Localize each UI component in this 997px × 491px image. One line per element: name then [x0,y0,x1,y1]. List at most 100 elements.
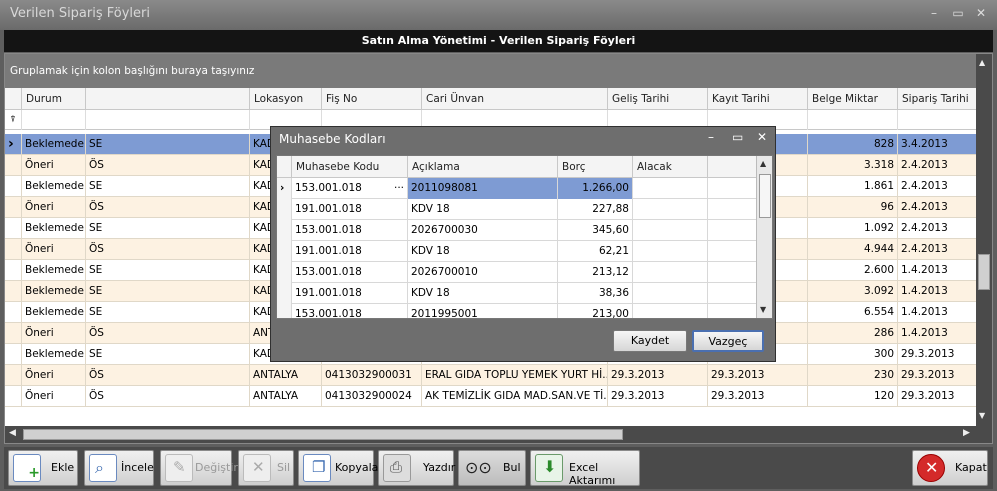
dialog-row[interactable]: 191.001.018 KDV 18 62,21 [277,241,757,262]
col-muhasebe-kodu[interactable]: Muhasebe Kodu [292,156,408,178]
table-cell[interactable]: 1.4.2013 [898,302,978,323]
col-siparis-tarihi[interactable]: Sipariş Tarihi [898,88,978,110]
table-cell[interactable]: 29.3.2013 [898,386,978,407]
minimize-icon[interactable]: – [926,6,942,22]
table-cell[interactable]: 2.4.2013 [898,218,978,239]
table-cell[interactable]: ANTALYA [250,386,322,407]
table-cell[interactable]: Öneri [22,197,86,218]
dialog-row[interactable]: › 153.001.018 2011098081 1.266,00 ··· [277,178,757,199]
dialog-scroll-down-icon[interactable]: ▼ [760,305,766,314]
col-belge-miktar[interactable]: Belge Miktar [808,88,898,110]
table-cell[interactable]: Beklemede [22,302,86,323]
scroll-thumb[interactable] [978,254,990,290]
table-cell[interactable]: Beklemede [22,344,86,365]
scroll-left-icon[interactable]: ◀ [9,428,16,438]
table-cell[interactable]: ÖS [86,239,250,260]
table-cell[interactable]: ANTALYA [250,365,322,386]
col-durum[interactable]: Durum [22,88,86,110]
table-cell[interactable]: Beklemede [22,260,86,281]
dialog-cell[interactable]: 345,60 [558,220,633,241]
table-cell[interactable]: 29.3.2013 [708,386,808,407]
dialog-cell[interactable]: 1.266,00 [558,178,633,199]
col-lokasyon[interactable]: Lokasyon [250,88,322,110]
table-cell[interactable]: SE [86,302,250,323]
scroll-down-icon[interactable]: ▼ [979,411,985,420]
h-scroll-thumb[interactable] [23,429,623,440]
col-fis-no[interactable]: Fiş No [322,88,422,110]
dialog-cell[interactable]: 2026700030 [408,220,558,241]
table-cell[interactable]: 1.4.2013 [898,281,978,302]
table-cell[interactable]: Öneri [22,323,86,344]
copy-button[interactable]: ❐ Kopyala [298,450,378,486]
dialog-cell[interactable]: KDV 18 [408,199,558,220]
table-cell[interactable]: 2.4.2013 [898,197,978,218]
table-cell[interactable]: Beklemede [22,218,86,239]
table-cell[interactable]: 3.318 [808,155,898,176]
table-cell[interactable]: Beklemede [22,176,86,197]
dialog-scrollbar[interactable]: ▲ ▼ [756,156,772,318]
table-cell[interactable]: 300 [808,344,898,365]
table-cell[interactable]: Öneri [22,365,86,386]
dialog-row[interactable]: 191.001.018 KDV 18 38,36 [277,283,757,304]
dialog-cell[interactable]: 213,00 [558,304,633,318]
close-icon[interactable]: ✕ [973,6,989,22]
dialog-cell[interactable]: 191.001.018 [292,241,408,262]
dialog-minimize-icon[interactable]: – [708,130,714,144]
table-cell[interactable]: Öneri [22,239,86,260]
delete-button[interactable]: ✕ Sil [238,450,294,486]
table-cell[interactable]: 96 [808,197,898,218]
dialog-scroll-thumb[interactable] [759,174,771,218]
table-cell[interactable]: 6.554 [808,302,898,323]
vertical-scrollbar[interactable]: ▲ ▼ [976,54,992,426]
dialog-cell[interactable]: 213,12 [558,262,633,283]
table-cell[interactable]: ÖS [86,323,250,344]
dialog-scroll-up-icon[interactable]: ▲ [760,159,766,168]
dialog-cell[interactable] [633,241,708,262]
table-cell[interactable]: Beklemede [22,281,86,302]
dialog-cell[interactable]: 191.001.018 [292,199,408,220]
edit-button[interactable]: ✎ Değiştir [160,450,238,486]
table-cell[interactable]: 4.944 [808,239,898,260]
col-kayit-tarihi[interactable]: Kayıt Tarihi [708,88,808,110]
dialog-cell[interactable] [633,178,708,199]
dialog-cell[interactable]: 191.001.018 [292,283,408,304]
table-cell[interactable]: 1.861 [808,176,898,197]
table-cell[interactable]: 2.600 [808,260,898,281]
col-aciklama[interactable]: Açıklama [408,156,558,178]
table-cell[interactable]: SE [86,218,250,239]
dialog-cell[interactable] [633,283,708,304]
table-cell[interactable]: 230 [808,365,898,386]
dialog-row[interactable]: 153.001.018 2026700030 345,60 [277,220,757,241]
table-cell[interactable]: ÖS [86,155,250,176]
table-cell[interactable]: 120 [808,386,898,407]
save-button[interactable]: Kaydet [613,330,687,352]
cancel-button[interactable]: Vazgeç [692,330,764,352]
maximize-icon[interactable]: ▭ [950,6,966,22]
table-row[interactable]: Öneri ÖS ANTALYA 0413032900024 AK TEMİZLİK G… [5,386,978,407]
ellipsis-button[interactable]: ··· [390,178,408,199]
close-button[interactable]: ✕ Kapat [912,450,988,486]
dialog-cell[interactable]: KDV 18 [408,241,558,262]
dialog-close-icon[interactable]: ✕ [757,130,767,144]
dialog-cell[interactable]: 38,36 [558,283,633,304]
dialog-cell[interactable]: 62,21 [558,241,633,262]
table-cell[interactable]: ÖS [86,386,250,407]
dialog-maximize-icon[interactable]: ▭ [732,130,743,144]
add-button[interactable]: + Ekle [8,450,78,486]
dialog-cell[interactable] [633,304,708,318]
dialog-cell[interactable]: 153.001.018 [292,220,408,241]
table-cell[interactable]: 0413032900031 [322,365,422,386]
table-cell[interactable]: 0413032900024 [322,386,422,407]
table-cell[interactable]: SE [86,281,250,302]
table-cell[interactable]: Öneri [22,386,86,407]
dialog-cell[interactable] [633,262,708,283]
table-cell[interactable]: SE [86,134,250,155]
col-cari-unvan[interactable]: Cari Ünvan [422,88,608,110]
table-cell[interactable]: 828 [808,134,898,155]
dialog-cell[interactable]: 2026700010 [408,262,558,283]
table-cell[interactable]: 1.4.2013 [898,323,978,344]
table-cell[interactable]: 2.4.2013 [898,239,978,260]
table-cell[interactable]: SE [86,176,250,197]
table-cell[interactable]: ÖS [86,365,250,386]
col-borc[interactable]: Borç [558,156,633,178]
